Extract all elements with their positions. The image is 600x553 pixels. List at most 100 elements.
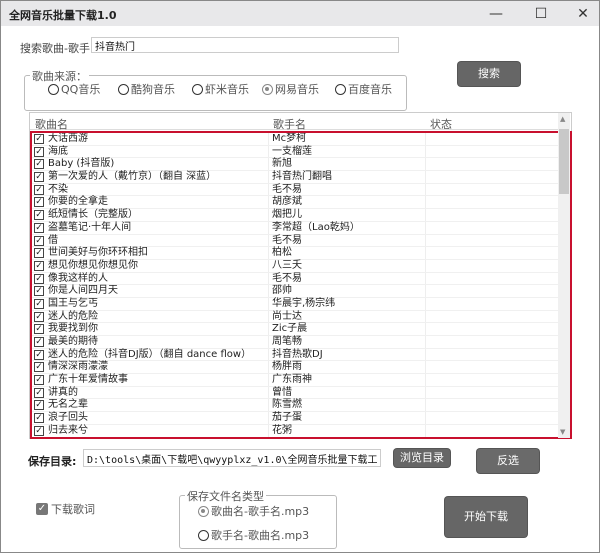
table-row[interactable]: ✓ 不染 毛不易 [32,184,570,197]
table-row[interactable]: ✓ Baby (抖音版) 新旭 [32,158,570,172]
table-row[interactable]: ✓ 情深深雨濛濛 杨胖雨 [32,361,570,375]
song-name: 借 [48,234,58,246]
row-checkbox[interactable]: ✓ [34,362,44,373]
artist-name: 花粥 [272,424,292,436]
row-checkbox[interactable]: ✓ [34,286,44,297]
artist-name: 曾惜 [272,386,292,398]
song-name: 纸短情长（完整版） [48,209,138,221]
table-row[interactable]: ✓ 盗墓笔记·十年人间 李常超（Lao乾妈） [32,222,570,235]
table-row[interactable]: ✓ 浪子回头 茄子蛋 [32,412,570,425]
row-checkbox[interactable]: ✓ [34,413,44,424]
scrollbar-thumb[interactable] [559,129,569,194]
maximize-button[interactable]: ☐ [521,4,561,24]
search-input[interactable] [91,37,399,53]
row-checkbox[interactable]: ✓ [34,146,44,157]
song-name: 我要找到你 [48,323,98,335]
table-row[interactable]: ✓ 纸短情长（完整版） 烟把儿 [32,209,570,222]
row-checkbox[interactable]: ✓ [34,260,44,271]
source-option-label: 酷狗音乐 [131,83,175,96]
row-checkbox[interactable]: ✓ [34,134,44,144]
invert-selection-button[interactable]: 反选 [477,449,539,473]
row-checkbox[interactable]: ✓ [34,311,44,322]
table-header: 歌曲名 歌手名 状态 [30,113,558,131]
artist-name: 广东雨神 [272,374,312,386]
row-checkbox[interactable]: ✓ [34,387,44,398]
row-checkbox[interactable]: ✓ [34,337,44,347]
row-checkbox[interactable]: ✓ [34,159,44,170]
title-bar: 全网音乐批量下载1.0 — ☐ ✕ [1,1,599,26]
table-row[interactable]: ✓ 第一次爱的人（戴竹京）（翻自 深蓝） 抖音热门翻唱 [32,171,570,184]
row-checkbox[interactable]: ✓ [34,425,44,436]
table-row[interactable]: ✓ 最美的期待 周笔畅 [32,336,570,349]
source-radio-1[interactable]: 酷狗音乐 [118,81,175,97]
scroll-up-icon[interactable]: ▲ [560,115,565,123]
artist-name: 抖音热歌DJ [272,348,323,360]
table-row[interactable]: ✓ 归去来兮 花粥 [32,424,570,437]
table-row[interactable]: ✓ 你是人间四月天 邵帅 [32,285,570,298]
artist-name: 华晨宇,杨宗纬 [272,297,336,309]
row-checkbox[interactable]: ✓ [34,324,44,335]
start-download-button[interactable]: 开始下载 [445,497,527,537]
table-row[interactable]: ✓ 讲真的 曾惜 [32,387,570,400]
row-checkbox[interactable]: ✓ [34,172,44,183]
table-row[interactable]: ✓ 我要找到你 Zic子晨 [32,323,570,336]
song-list: ✓ 大话西游 Mc梦柯 ✓ 海底 一支榴莲 ✓ Baby (抖音版) 新旭 ✓ 第一次爱的人（戴竹京… [30,131,572,439]
table-row[interactable]: ✓ 迷人的危险 尚士达 [32,311,570,324]
table-row[interactable]: ✓ 广东十年爱情故事 广东雨神 [32,374,570,387]
scrollbar[interactable]: ▲ ▼ [558,113,570,438]
scroll-down-icon[interactable]: ▼ [560,428,565,436]
song-name: 国王与乞丐 [48,297,98,309]
window-title: 全网音乐批量下载1.0 [9,9,117,22]
filename-radio-1[interactable]: 歌手名-歌曲名.mp3 [198,527,309,543]
song-name: 广东十年爱情故事 [48,374,128,386]
source-radio-2[interactable]: 虾米音乐 [192,81,249,97]
row-checkbox[interactable]: ✓ [34,375,44,386]
table-row[interactable]: ✓ 海底 一支榴莲 [32,146,570,159]
table-row[interactable]: ✓ 像我这样的人 毛不易 [32,273,570,286]
filename-type-label: 保存文件名类型 [185,488,266,504]
row-checkbox[interactable]: ✓ [34,248,44,259]
row-checkbox[interactable]: ✓ [34,222,44,233]
source-radio-3[interactable]: 网易音乐 [262,81,319,97]
song-name: 想见你想见你想见你 [48,259,138,271]
row-checkbox[interactable]: ✓ [34,235,44,246]
filename-radio-0[interactable]: 歌曲名-歌手名.mp3 [198,503,309,519]
row-checkbox[interactable]: ✓ [34,349,44,360]
table-row[interactable]: ✓ 国王与乞丐 华晨宇,杨宗纬 [32,298,570,311]
song-name: 像我这样的人 [48,272,108,284]
row-checkbox[interactable]: ✓ [34,210,44,221]
search-button[interactable]: 搜索 [458,62,520,86]
source-radio-4[interactable]: 百度音乐 [335,81,392,97]
browse-button[interactable]: 浏览目录 [394,449,450,467]
source-radio-0[interactable]: QQ音乐 [48,81,100,97]
row-checkbox[interactable]: ✓ [34,400,44,411]
row-checkbox[interactable]: ✓ [34,184,44,195]
row-checkbox[interactable]: ✓ [34,273,44,284]
save-dir-input[interactable] [83,449,381,467]
row-checkbox[interactable]: ✓ [34,298,44,309]
song-name: 世间美好与你环环相扣 [48,247,148,259]
song-name: 情深深雨濛濛 [48,361,108,373]
header-artist: 歌手名 [273,118,306,131]
table-row[interactable]: ✓ 世间美好与你环环相扣 柏松 [32,247,570,260]
table-row[interactable]: ✓ 迷人的危险（抖音DJ版）（翻自 dance flow） 抖音热歌DJ [32,349,570,362]
radio-icon [192,83,203,95]
source-option-label: 网易音乐 [275,83,319,96]
close-button[interactable]: ✕ [563,4,600,24]
lyrics-checkbox[interactable]: ✓ 下载歌词 [36,501,95,517]
table-row[interactable]: ✓ 你要的全拿走 胡彦斌 [32,196,570,210]
table-row[interactable]: ✓ 大话西游 Mc梦柯 [32,133,570,146]
checkbox-checked-icon: ✓ [36,503,48,515]
table-row[interactable]: ✓ 借 毛不易 [32,235,570,248]
song-name: 最美的期待 [48,336,98,347]
table-row[interactable]: ✓ 想见你想见你想见你 八三夭 [32,260,570,273]
table-row[interactable]: ✓ 无名之辈 陈雪燃 [32,399,570,413]
minimize-button[interactable]: — [476,4,516,24]
song-name: 盗墓笔记·十年人间 [48,221,132,233]
row-checkbox[interactable]: ✓ [34,197,44,208]
song-name: 迷人的危险 [48,310,98,322]
song-name: 不染 [48,183,68,195]
source-option-label: 虾米音乐 [205,83,249,96]
radio-icon [118,83,129,95]
search-label: 搜索歌曲-歌手 [20,42,90,55]
